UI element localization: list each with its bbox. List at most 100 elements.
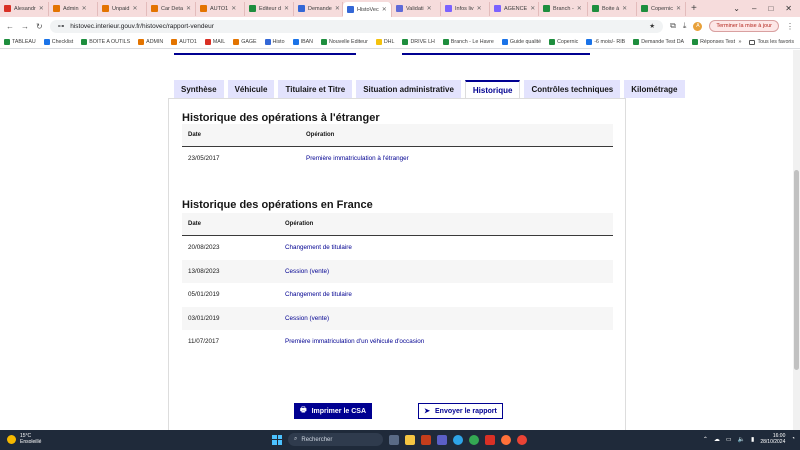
address-bar[interactable]: ⊶ histovec.interieur.gouv.fr/histovec/ra… (49, 19, 664, 33)
report-tab[interactable]: Titulaire et Titre (278, 80, 353, 98)
browser-tab[interactable]: Validati ✕ (392, 1, 441, 16)
print-csa-button[interactable]: 🖶 Imprimer le CSA (294, 403, 372, 419)
tab-close-icon[interactable]: ✕ (382, 6, 387, 13)
site-info-icon[interactable]: ⊶ (58, 22, 65, 30)
report-tab[interactable]: Situation administrative (356, 80, 461, 98)
acrobat-icon[interactable] (485, 434, 495, 445)
tab-search-icon[interactable]: ⌄ (733, 4, 740, 13)
network-icon[interactable]: ▭ (726, 436, 732, 443)
report-tab[interactable]: Historique (464, 80, 521, 98)
clock[interactable]: 16:00 28/10/2024 (760, 433, 785, 445)
tab-close-icon[interactable]: ✕ (530, 5, 535, 12)
browser-tab[interactable]: AGENCE ✕ (490, 1, 539, 16)
new-tab-icon[interactable]: + (686, 3, 702, 14)
tab-close-icon[interactable]: ✕ (335, 5, 340, 12)
browser-tab[interactable]: Boite à ✕ (588, 1, 637, 16)
forward-icon[interactable]: → (21, 22, 29, 31)
bookmark-item[interactable]: ADMIN (138, 38, 163, 45)
header-underline-right (402, 53, 590, 55)
bookmark-item[interactable]: Demande Test DA (633, 38, 684, 45)
download-icon[interactable]: ⤓ (683, 21, 687, 31)
tab-close-icon[interactable]: ✕ (577, 5, 582, 12)
bookmark-item[interactable]: DRIVE LH (402, 38, 435, 45)
taskbar-search[interactable]: ⌕ Rechercher (288, 433, 383, 446)
bookmark-item[interactable]: IBAN (292, 38, 313, 45)
bookmarks-overflow-icon[interactable]: » (739, 39, 742, 45)
bookmark-favicon-icon (402, 38, 409, 45)
task-view-icon[interactable] (389, 434, 399, 445)
tab-close-icon[interactable]: ✕ (284, 5, 289, 12)
reload-icon[interactable]: ↻ (36, 22, 43, 31)
row-operation: Première immatriculation d'un véhicule d… (285, 338, 425, 346)
maximize-icon[interactable]: □ (768, 4, 773, 13)
tab-close-icon[interactable]: ✕ (231, 5, 236, 12)
tab-close-icon[interactable]: ✕ (477, 5, 482, 12)
bookmark-item[interactable]: Checklist (43, 38, 73, 45)
powerpoint-icon[interactable] (421, 434, 431, 445)
browser-tab[interactable]: Copernic ✕ (637, 1, 686, 16)
volume-icon[interactable]: 🔈 (738, 436, 745, 443)
menu-icon[interactable]: ⋮ (786, 22, 794, 31)
firefox-icon[interactable] (501, 434, 511, 445)
edge-icon[interactable] (453, 434, 463, 445)
profile-avatar[interactable]: A (693, 21, 703, 31)
bookmark-item[interactable]: MAIL (204, 38, 225, 45)
bookmark-item[interactable]: DHL (375, 38, 394, 45)
browser-tab[interactable]: AUTO1 ✕ (196, 1, 245, 16)
windows-start-icon[interactable] (272, 434, 282, 445)
browser-tab[interactable]: Demande ✕ (294, 1, 343, 16)
table-row: 05/01/2019 Changement de titulaire (182, 283, 613, 307)
tab-close-icon[interactable]: ✕ (622, 5, 627, 12)
report-tab[interactable]: Synthèse (174, 80, 224, 98)
bookmark-item[interactable]: AUTO1 (171, 38, 197, 45)
browser-tab[interactable]: Unpaid ✕ (98, 1, 147, 16)
report-tab[interactable]: Véhicule (227, 80, 275, 98)
bookmark-item[interactable]: Guide qualité (501, 38, 541, 45)
file-explorer-icon[interactable] (405, 434, 415, 445)
tab-close-icon[interactable]: ✕ (39, 5, 44, 12)
minimize-icon[interactable]: – (752, 4, 756, 13)
browser-tab[interactable]: HistoVec ✕ (343, 2, 392, 17)
close-window-icon[interactable]: ✕ (785, 4, 792, 13)
tab-close-icon[interactable]: ✕ (427, 5, 432, 12)
battery-icon[interactable]: ▮ (751, 436, 754, 443)
browser-tab[interactable]: Branch - ✕ (539, 1, 588, 16)
row-operation: Première immatriculation à l'étranger (306, 155, 409, 163)
send-report-button[interactable]: ➤ Envoyer le rapport (418, 403, 503, 419)
bookmark-item[interactable]: BOITE A OUTILS (81, 38, 130, 45)
browser-tab[interactable]: Car Deta ✕ (147, 1, 196, 16)
tab-close-icon[interactable]: ✕ (676, 5, 681, 12)
tab-close-icon[interactable]: ✕ (186, 5, 191, 12)
browser-tab[interactable]: Infos liv ✕ (441, 1, 490, 16)
weather-widget[interactable]: 15°C Ensoleillé (7, 433, 41, 445)
bookmark-item[interactable]: Branch - Le Havre (442, 38, 494, 45)
report-tab[interactable]: Kilométrage (624, 80, 685, 98)
report-tab[interactable]: Contrôles techniques (524, 80, 621, 98)
cloud-icon[interactable]: ☁ (714, 436, 720, 443)
tab-close-icon[interactable]: ✕ (82, 5, 87, 12)
bookmark-item[interactable]: Nouvelle Editeur (320, 38, 368, 45)
back-icon[interactable]: ← (6, 22, 14, 31)
bookmark-item[interactable]: TABLEAU (4, 38, 36, 45)
notification-icon[interactable]: ◔ (791, 436, 795, 442)
bookmark-item[interactable]: Histo (264, 38, 285, 45)
browser-tab[interactable]: Alesandr ✕ (0, 1, 49, 16)
teams-icon[interactable] (437, 434, 447, 445)
tray-overflow-icon[interactable]: ⌃ (703, 436, 708, 443)
all-bookmarks-folder[interactable]: Tous les favoris (749, 39, 794, 45)
update-button[interactable]: Terminer la mise à jour (709, 20, 779, 32)
browser-tab[interactable]: Admin ✕ (49, 1, 98, 16)
chrome-profile-icon[interactable] (517, 434, 527, 445)
tab-close-icon[interactable]: ✕ (132, 5, 137, 12)
scrollbar-thumb[interactable] (794, 170, 799, 370)
page-scrollbar[interactable] (793, 50, 800, 430)
bookmark-item[interactable]: -6 mois/- RIB (586, 38, 625, 45)
browser-tab[interactable]: Editeur d ✕ (245, 1, 294, 16)
bookmark-star-icon[interactable]: ★ (649, 22, 655, 30)
chrome-icon[interactable] (469, 434, 479, 445)
bookmark-item[interactable]: GAGE (233, 38, 257, 45)
window-controls: ⌄ – □ ✕ (733, 0, 800, 17)
extensions-icon[interactable]: ⧉ (670, 21, 676, 31)
column-header-date: Date (188, 132, 202, 138)
bookmark-item[interactable]: Copernic (549, 38, 578, 45)
